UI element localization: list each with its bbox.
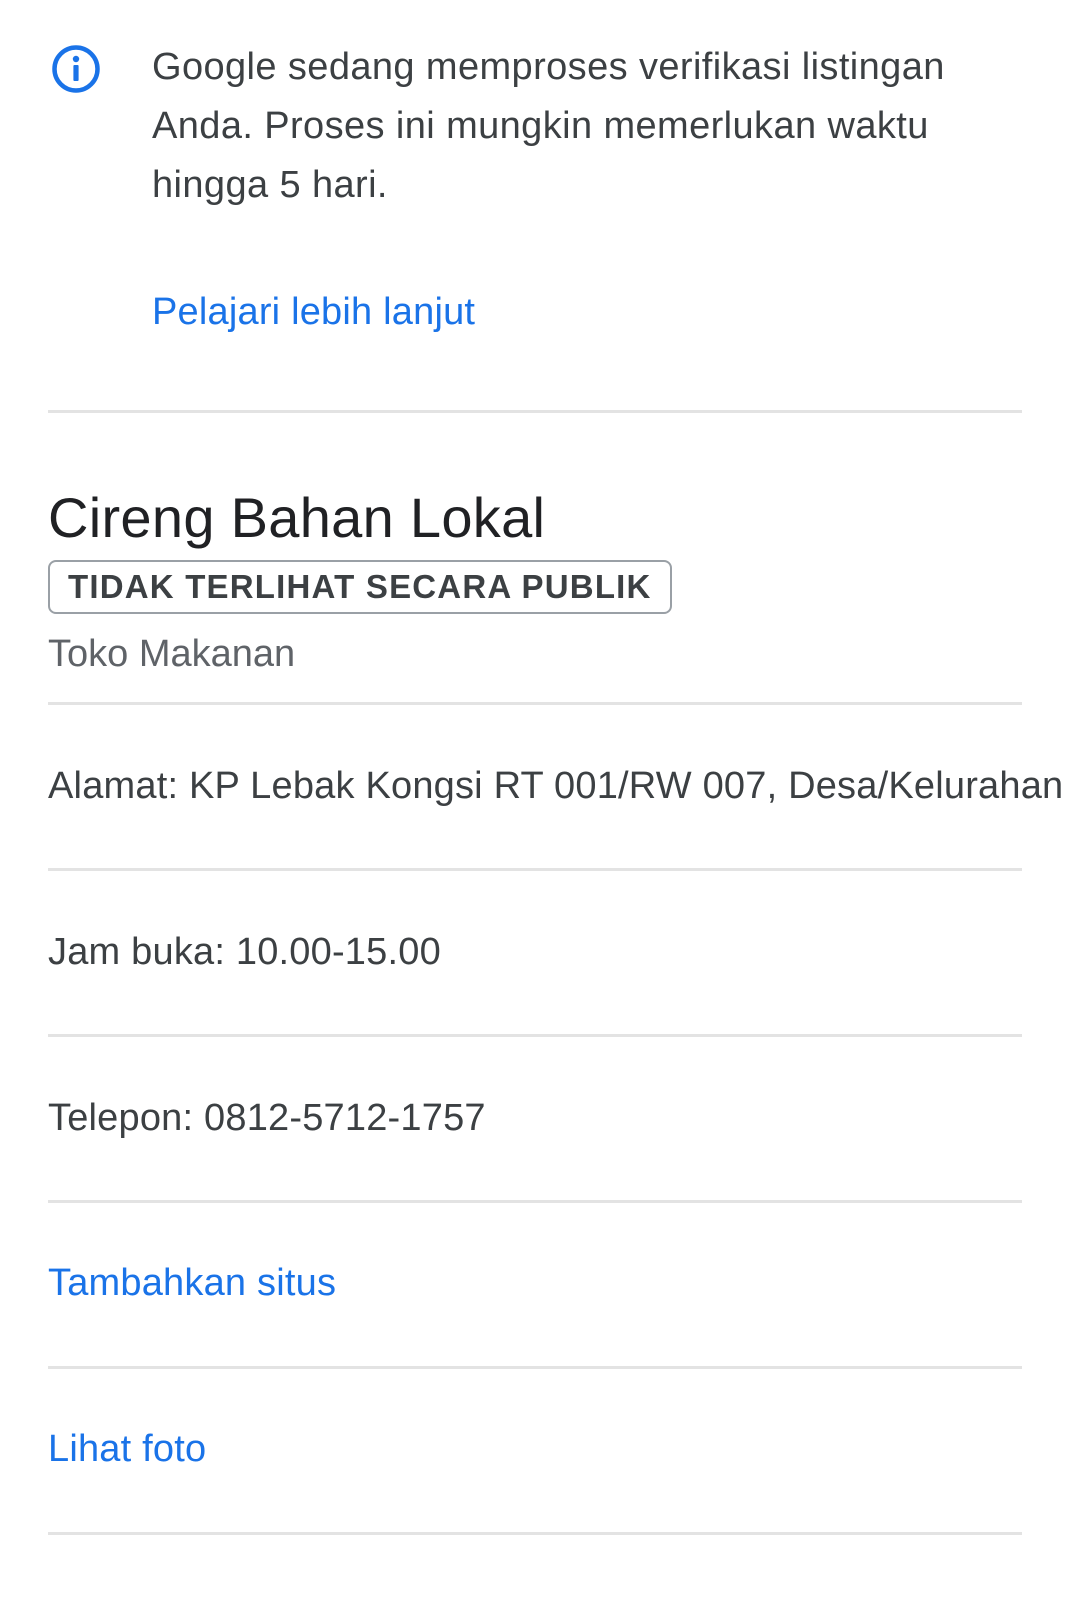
info-icon: [52, 45, 100, 93]
divider: [48, 1034, 1022, 1037]
divider: [48, 1366, 1022, 1369]
divider: [48, 868, 1022, 871]
business-category: Toko Makanan: [48, 633, 296, 675]
add-website-link[interactable]: Tambahkan situs: [48, 1259, 1068, 1307]
status-badge: TIDAK TERLIHAT SECARA PUBLIK: [48, 560, 672, 614]
learn-more-link[interactable]: Pelajari lebih lanjut: [152, 288, 475, 336]
divider: [48, 702, 1022, 705]
divider: [48, 1200, 1022, 1203]
divider: [48, 1532, 1022, 1535]
divider: [48, 410, 1022, 413]
verification-message: Google sedang memproses verifikasi listi…: [152, 46, 945, 206]
verification-notice: Google sedang memproses verifikasi listi…: [0, 0, 1068, 420]
business-name: Cireng Bahan Lokal: [48, 486, 546, 549]
address-row[interactable]: Alamat: KP Lebak Kongsi RT 001/RW 007, D…: [48, 762, 1068, 810]
phone-row[interactable]: Telepon: 0812-5712-1757: [48, 1094, 1068, 1142]
hours-row[interactable]: Jam buka: 10.00-15.00: [48, 928, 1068, 976]
view-photos-link[interactable]: Lihat foto: [48, 1425, 1068, 1473]
